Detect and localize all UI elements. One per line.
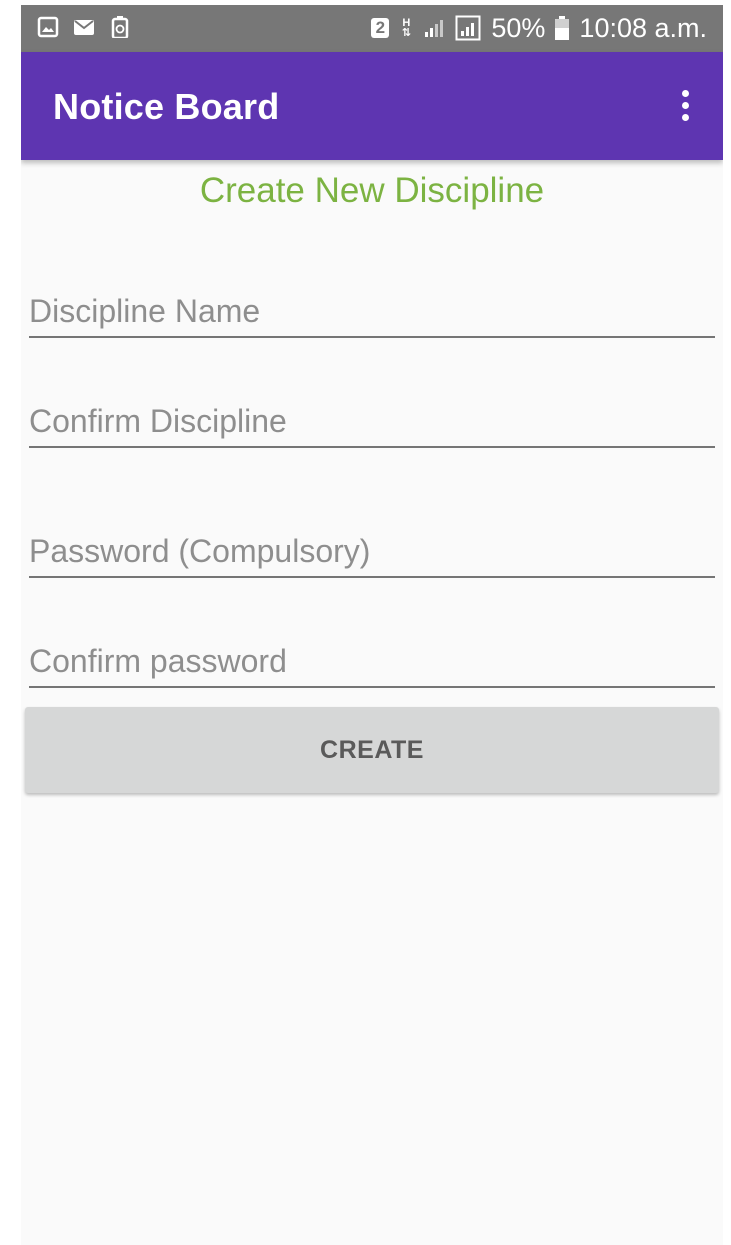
app-bar: Notice Board — [21, 52, 723, 160]
network-type-indicator: H ⇅ — [401, 17, 411, 39]
mail-icon — [74, 20, 94, 35]
password-input[interactable] — [29, 533, 715, 570]
image-icon — [37, 16, 59, 38]
battery-saver-icon — [111, 16, 129, 38]
system-indicators: 2 H ⇅ 50% 10:08 a.m. — [371, 11, 707, 45]
app-screen: 2 H ⇅ 50% 10:08 a.m. Notice Board Create… — [21, 5, 723, 1245]
signal-icon — [425, 20, 444, 37]
create-button[interactable]: CREATE — [25, 707, 719, 793]
menu-dot — [682, 114, 689, 121]
battery-percent: 50% — [491, 12, 546, 43]
network-type-label: H — [402, 17, 411, 29]
clock: 10:08 a.m. — [579, 12, 707, 43]
battery-icon — [555, 16, 570, 40]
menu-dot — [682, 102, 689, 109]
confirm-discipline-input[interactable] — [29, 403, 715, 440]
status-bar: 2 H ⇅ 50% 10:08 a.m. — [21, 5, 723, 52]
sim-badge: 2 — [371, 18, 390, 38]
menu-dot — [682, 90, 689, 97]
confirm-discipline-field — [29, 394, 715, 448]
signal-sim2-icon — [455, 15, 481, 41]
confirm-password-input[interactable] — [29, 643, 715, 680]
discipline-name-field — [29, 284, 715, 338]
page-heading: Create New Discipline — [199, 171, 545, 210]
discipline-name-input[interactable] — [29, 293, 715, 330]
notification-icons — [37, 16, 131, 38]
overflow-menu-icon[interactable] — [677, 88, 693, 124]
confirm-password-field — [29, 634, 715, 688]
app-title: Notice Board — [53, 86, 280, 127]
password-field — [29, 524, 715, 578]
